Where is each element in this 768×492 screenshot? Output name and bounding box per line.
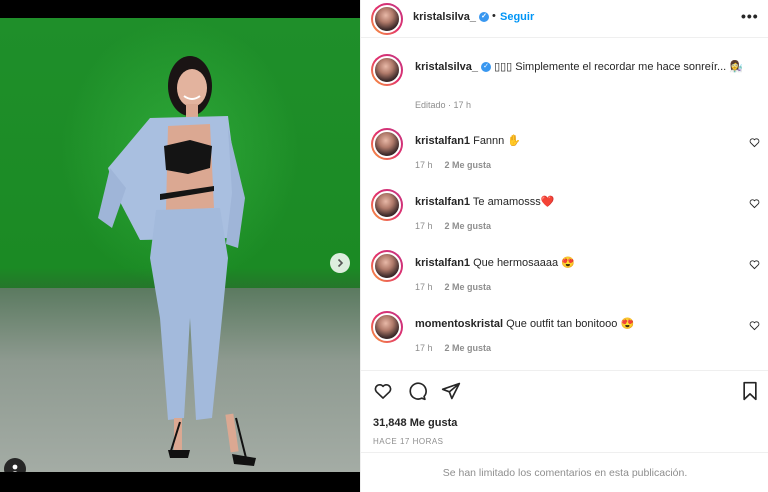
comment-text: kristalfan1 Fannn ✋: [415, 134, 521, 147]
post-photo[interactable]: [0, 18, 360, 472]
heart-icon[interactable]: [749, 259, 760, 270]
comment-time: 17 h: [415, 343, 433, 353]
post-media: [0, 0, 360, 492]
caption-body: ▯▯▯ Simplemente el recordar me hace sonr…: [494, 61, 743, 73]
commenter-avatar[interactable]: [371, 128, 403, 160]
commenter-username[interactable]: kristalfan1: [415, 135, 470, 147]
comment-text: momentoskristal Que outfit tan bonitooo …: [415, 317, 634, 330]
share-paper-plane-icon[interactable]: [441, 381, 461, 401]
comment-bubble-icon[interactable]: [407, 381, 427, 401]
comment-item: kristalfan1 Fannn ✋ 17 h 2 Me gusta: [361, 128, 768, 188]
comment-likes[interactable]: 2 Me gusta: [445, 221, 492, 231]
caption-avatar[interactable]: [371, 54, 403, 86]
comment-body: Que outfit tan bonitooo 😍: [506, 318, 635, 330]
comment-meta: 17 h 2 Me gusta: [415, 160, 491, 170]
commenter-avatar[interactable]: [371, 250, 403, 282]
comments-limited-notice: Se han limitado los comentarios en esta …: [361, 452, 768, 492]
author-username-text[interactable]: kristalsilva_: [413, 11, 476, 23]
post-sidebar: kristalsilva_ ✓ • Seguir ••• kristalsilva…: [360, 0, 768, 492]
instagram-post-modal: kristalsilva_ ✓ • Seguir ••• kristalsilva…: [0, 0, 768, 492]
comment-item: kristalfan1 Que hermosaaaa 😍 17 h 2 Me gu…: [361, 250, 768, 310]
commenter-avatar[interactable]: [371, 189, 403, 221]
comment-body: Que hermosaaaa 😍: [473, 257, 575, 269]
comment-likes[interactable]: 2 Me gusta: [445, 160, 492, 170]
commenter-username[interactable]: momentoskristal: [415, 318, 503, 330]
comment-time: 17 h: [415, 160, 433, 170]
chevron-right-icon: [337, 258, 344, 268]
post-timestamp[interactable]: HACE 17 HORAS: [373, 437, 444, 446]
comment-text: kristalfan1 Te amamosss❤️: [415, 195, 554, 208]
heart-icon[interactable]: [749, 137, 760, 148]
like-heart-icon[interactable]: [373, 381, 393, 401]
carousel-next-button[interactable]: [330, 253, 350, 273]
comment-likes[interactable]: 2 Me gusta: [445, 343, 492, 353]
comment-item: kristalfan1 Te amamosss❤️ 17 h 2 Me gusta: [361, 189, 768, 249]
separator-dot: •: [492, 10, 496, 22]
likes-count[interactable]: 31,848 Me gusta: [373, 417, 457, 429]
caption-meta: Editado · 17 h: [415, 100, 472, 110]
comment-time: 17 h: [415, 221, 433, 231]
comment-meta: 17 h 2 Me gusta: [415, 282, 491, 292]
comment-text: kristalfan1 Que hermosaaaa 😍: [415, 256, 575, 269]
post-header: kristalsilva_ ✓ • Seguir •••: [361, 0, 768, 38]
author-username[interactable]: kristalsilva_ ✓: [413, 11, 489, 23]
commenter-avatar[interactable]: [371, 311, 403, 343]
author-avatar[interactable]: [371, 3, 403, 35]
comment-meta: 17 h 2 Me gusta: [415, 221, 491, 231]
comment-meta: 17 h 2 Me gusta: [415, 343, 491, 353]
woman-figure: [98, 56, 256, 466]
heart-icon[interactable]: [749, 320, 760, 331]
verified-badge-icon: ✓: [479, 12, 489, 23]
commenter-username[interactable]: kristalfan1: [415, 196, 470, 208]
comment-likes[interactable]: 2 Me gusta: [445, 282, 492, 292]
caption-username[interactable]: kristalsilva_: [415, 61, 478, 73]
comment-body: Fannn ✋: [473, 135, 522, 147]
follow-button[interactable]: Seguir: [500, 11, 534, 23]
bookmark-icon[interactable]: [741, 381, 759, 401]
comment-body: Te amamosss❤️: [472, 196, 555, 208]
more-options-icon[interactable]: •••: [741, 8, 759, 24]
user-icon: [12, 464, 18, 472]
comment-time: 17 h: [415, 282, 433, 292]
comment-item: momentoskristal Que outfit tan bonitooo …: [361, 311, 768, 371]
verified-badge-icon: ✓: [481, 62, 491, 73]
heart-icon[interactable]: [749, 198, 760, 209]
commenter-username[interactable]: kristalfan1: [415, 257, 470, 269]
caption-text: kristalsilva_ ✓ ▯▯▯ Simplemente el record…: [415, 60, 755, 75]
